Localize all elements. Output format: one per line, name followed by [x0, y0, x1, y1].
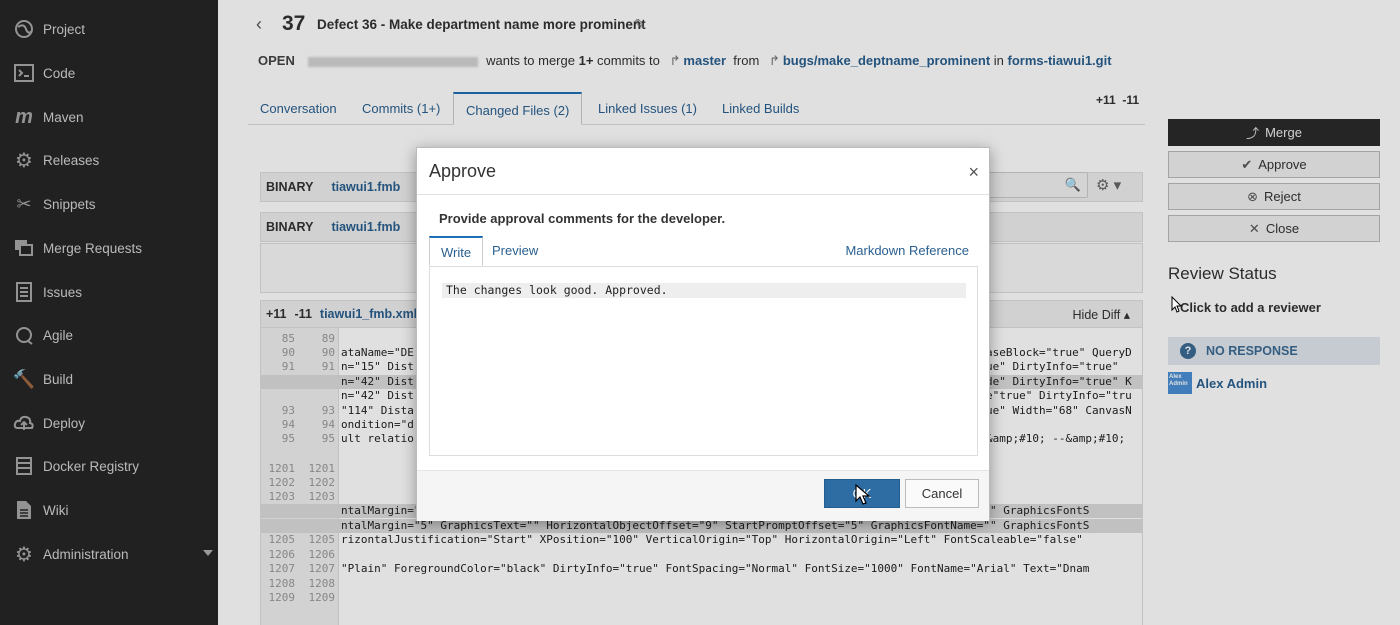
- close-icon[interactable]: ×: [968, 162, 979, 183]
- dialog-footer: OK Cancel: [417, 470, 989, 521]
- dialog-title: Approve: [429, 161, 497, 181]
- comment-textarea[interactable]: The changes look good. Approved.: [442, 283, 966, 298]
- comment-editor[interactable]: The changes look good. Approved.: [429, 266, 978, 456]
- ok-button[interactable]: OK: [824, 479, 900, 508]
- tab-preview[interactable]: Preview: [481, 236, 549, 266]
- markdown-reference-link[interactable]: Markdown Reference: [845, 236, 969, 266]
- dialog-instruction: Provide approval comments for the develo…: [439, 211, 726, 226]
- dialog-header: Approve ×: [417, 148, 989, 195]
- dialog-body: Provide approval comments for the develo…: [417, 196, 989, 470]
- editor-tabs: Write Preview Markdown Reference: [429, 236, 977, 266]
- cancel-button[interactable]: Cancel: [905, 479, 979, 508]
- approve-dialog: Approve × Provide approval comments for …: [416, 147, 990, 521]
- tab-write[interactable]: Write: [429, 236, 484, 266]
